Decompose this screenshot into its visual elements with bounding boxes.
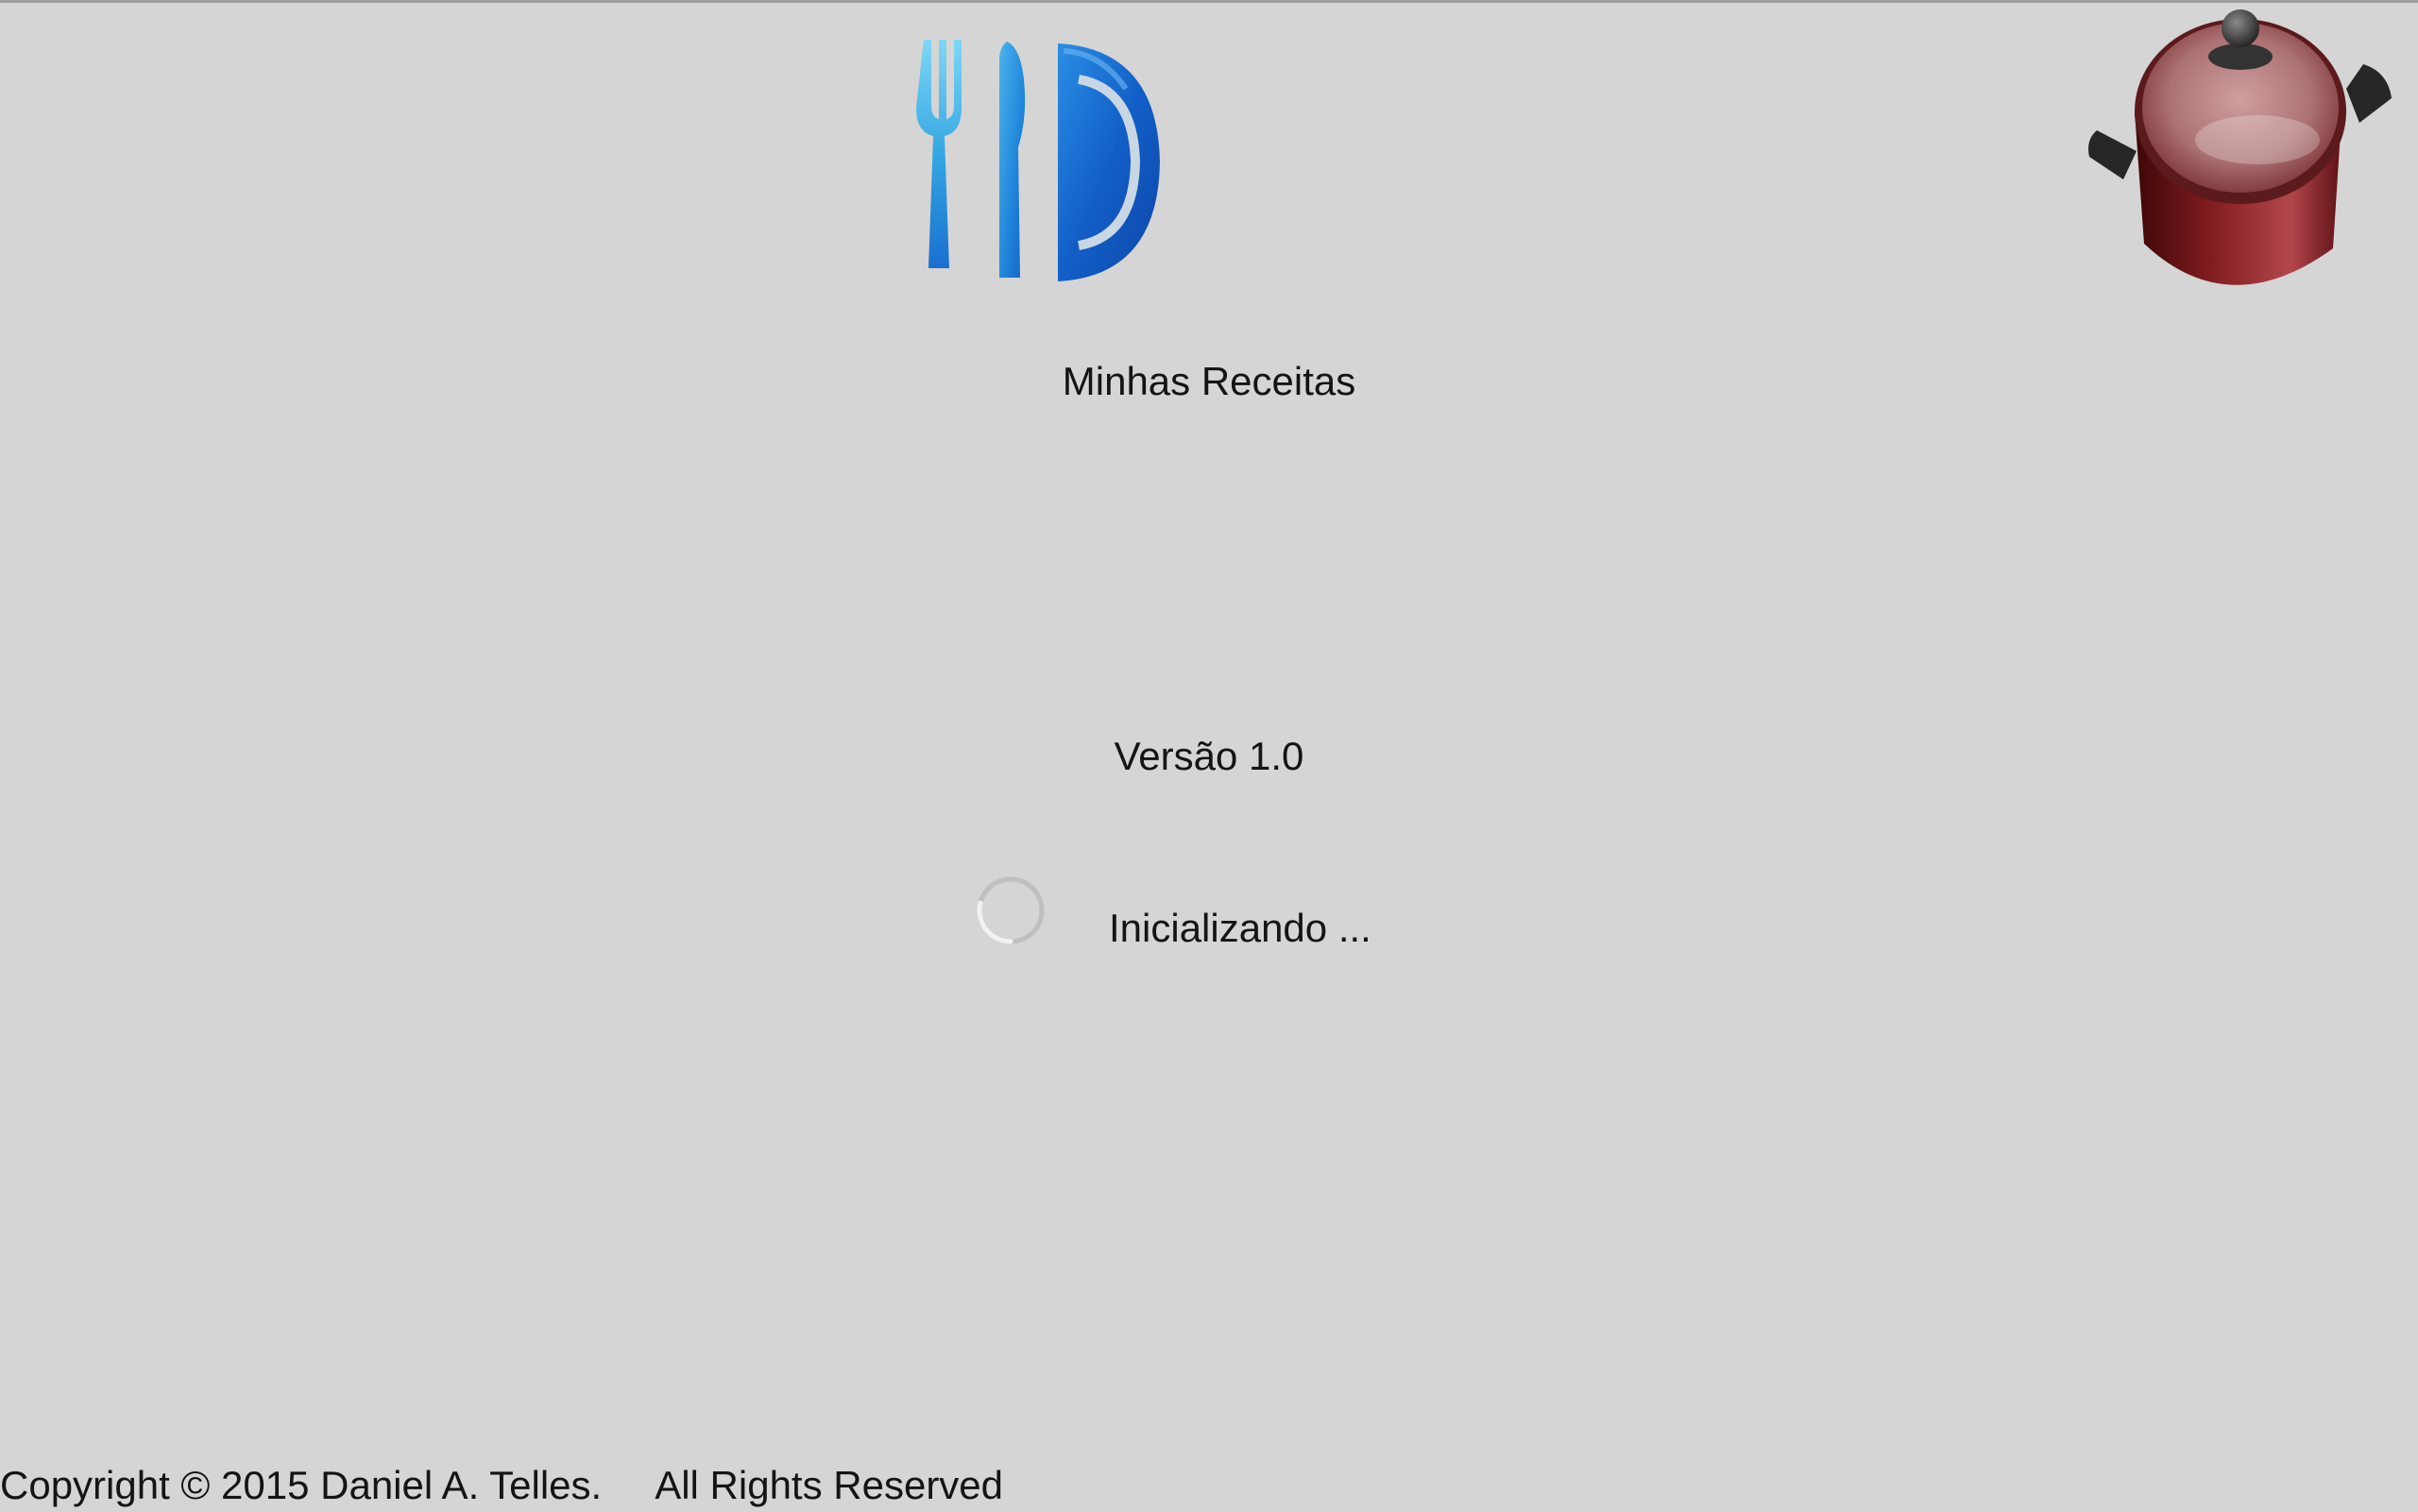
version-label: Versão 1.0: [1114, 734, 1304, 778]
rights-text: All Rights Reserved: [655, 1463, 1004, 1507]
footer: Copyright © 2015 Daniel A. Telles. All Ri…: [0, 1459, 1003, 1512]
app-title: Minhas Receitas: [1062, 359, 1356, 403]
fork-knife-plate-icon: [916, 36, 1171, 291]
copyright-text: Copyright © 2015 Daniel A. Telles.: [0, 1463, 603, 1507]
loading-spinner-icon: [975, 875, 1047, 946]
top-border: [0, 0, 2418, 3]
status-text: Inicializando ...: [1109, 906, 1371, 950]
cooking-pot-icon: [2069, 8, 2393, 312]
